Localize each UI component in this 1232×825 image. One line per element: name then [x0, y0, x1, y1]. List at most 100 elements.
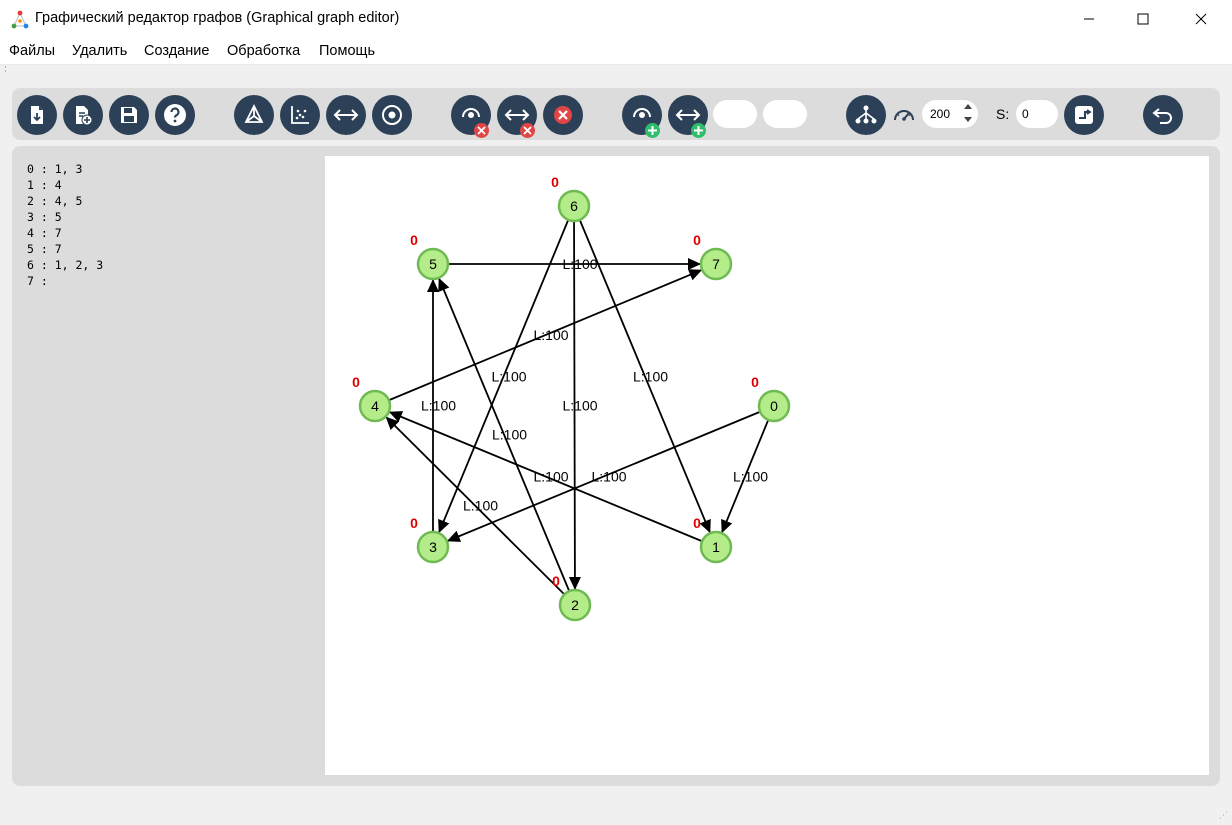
speed-value: 200 — [930, 107, 951, 121]
edge-label: L:100 — [492, 427, 527, 443]
help-icon — [164, 104, 186, 126]
vertex-label: 6 — [570, 198, 578, 214]
adjacency-row: 1 : 4 — [27, 178, 62, 192]
delete-edge-button[interactable] — [497, 95, 537, 138]
layout-graph-button[interactable] — [234, 95, 274, 135]
scatter-layout-button[interactable] — [280, 95, 320, 135]
maximize-button[interactable] — [1114, 0, 1172, 38]
menu-delete[interactable]: Удалить — [72, 43, 127, 59]
add-edge-button[interactable] — [668, 95, 708, 138]
tree-icon — [855, 105, 877, 124]
graph-canvas[interactable]: L:100 L:100 L:100 L:100 L:100 L:100 L:100 L:100… — [325, 156, 1209, 775]
edge-label: L:100 — [733, 469, 768, 485]
empty-field-1[interactable] — [713, 100, 757, 128]
vertex-weight: 0 — [693, 515, 701, 531]
vertex-2[interactable]: 20 — [552, 573, 592, 622]
target-icon — [382, 105, 402, 125]
vertex-weight: 0 — [410, 232, 418, 248]
vertex-weight: 0 — [410, 515, 418, 531]
vertex-4[interactable]: 40 — [352, 374, 392, 423]
edge-mode-button[interactable] — [326, 95, 366, 135]
tree-button[interactable] — [846, 95, 886, 135]
window-title: Графический редактор графов (Graphical g… — [35, 10, 400, 26]
vertex-label: 7 — [712, 256, 720, 272]
adjacency-row: 6 : 1, 2, 3 — [27, 258, 104, 272]
clear-button[interactable] — [543, 95, 583, 135]
vertex-weight: 0 — [693, 232, 701, 248]
new-file-button[interactable] — [63, 95, 103, 135]
close-window-button[interactable] — [1172, 0, 1230, 38]
graph-drawing[interactable]: L:100 L:100 L:100 L:100 L:100 L:100 L:100 L:100… — [325, 156, 1209, 775]
vertex-label: 1 — [712, 539, 720, 555]
vertex-weight: 0 — [352, 374, 360, 390]
maximize-icon — [1137, 13, 1149, 25]
edge-label: L:100 — [463, 498, 498, 514]
vertex-label: 5 — [429, 256, 437, 272]
vertex-label: 0 — [770, 398, 778, 414]
adjacency-row: 0 : 1, 3 — [27, 162, 83, 176]
vertex-mode-button[interactable] — [372, 95, 412, 135]
chevron-down-icon[interactable] — [964, 117, 972, 122]
help-button[interactable] — [155, 95, 195, 135]
clear-icon — [554, 106, 572, 124]
toolbar-grip[interactable]: · · — [4, 64, 7, 77]
menu-create[interactable]: Создание — [144, 43, 209, 59]
vertex-weight: 0 — [751, 374, 759, 390]
title-bar: Графический редактор графов (Graphical g… — [0, 0, 1232, 38]
save-button[interactable] — [109, 95, 149, 135]
adjacency-row: 7 : — [27, 274, 48, 288]
add-vertex-button[interactable] — [622, 95, 662, 138]
adjacency-row: 5 : 7 — [27, 242, 62, 256]
double-arrow-icon — [333, 109, 359, 121]
edge-label: L:100 — [534, 327, 569, 343]
close-icon — [1195, 13, 1207, 25]
app-logo-icon — [11, 10, 29, 29]
minimize-icon — [1084, 18, 1094, 20]
speed-gauge-icon — [894, 110, 914, 121]
vertex-5[interactable]: 50 — [410, 232, 450, 281]
vertex-6[interactable]: 60 — [551, 174, 591, 223]
vertex-label: 3 — [429, 539, 437, 555]
minimize-button[interactable] — [1060, 0, 1118, 38]
empty-field-2[interactable] — [763, 100, 807, 128]
edge-label: L:100 — [633, 369, 668, 385]
vertex-weight: 0 — [552, 573, 560, 589]
chevron-up-icon[interactable] — [964, 104, 972, 109]
add-badge-icon — [691, 123, 706, 138]
s-label: S: — [996, 106, 1010, 122]
speed-stepper[interactable] — [960, 101, 976, 127]
delete-edge-icon — [504, 109, 530, 121]
undo-button[interactable] — [1143, 95, 1183, 135]
resize-grip-icon[interactable]: ⋰ — [1219, 811, 1228, 821]
edge-label: L:100 — [534, 469, 569, 485]
edge-label: L:100 — [563, 398, 598, 414]
open-file-button[interactable] — [17, 95, 57, 135]
remove-badge-icon — [474, 123, 489, 138]
file-import-icon — [31, 106, 43, 124]
scatter-icon — [291, 106, 309, 124]
menu-processing[interactable]: Обработка — [227, 43, 300, 59]
adjacency-list: 0 : 1, 3 1 : 4 2 : 4, 5 3 : 5 4 : 7 5 : … — [27, 161, 103, 289]
edge-label: L:100 — [563, 256, 598, 272]
vertex-label: 2 — [571, 597, 579, 613]
run-icon — [1075, 106, 1093, 124]
menu-help[interactable]: Помощь — [319, 43, 375, 59]
graph-layout-icon — [244, 103, 264, 123]
vertex-3[interactable]: 30 — [410, 515, 450, 564]
run-button[interactable] — [1064, 95, 1104, 135]
vertex-label: 4 — [371, 398, 379, 414]
edge-label: L:100 — [492, 369, 527, 385]
edge-label: L:100 — [592, 469, 627, 485]
adjacency-row: 4 : 7 — [27, 226, 62, 240]
delete-vertex-button[interactable] — [451, 95, 491, 138]
undo-icon — [1152, 108, 1172, 124]
menu-files[interactable]: Файлы — [9, 43, 55, 59]
add-edge-icon — [675, 109, 701, 121]
edge-label: L:100 — [421, 398, 456, 414]
adjacency-row: 2 : 4, 5 — [27, 194, 83, 208]
menu-bar: Файлы Удалить Создание Обработка Помощь — [0, 38, 1232, 65]
adjacency-row: 3 : 5 — [27, 210, 62, 224]
save-icon — [121, 107, 137, 123]
remove-badge-icon — [520, 123, 535, 138]
add-badge-icon — [645, 123, 660, 138]
